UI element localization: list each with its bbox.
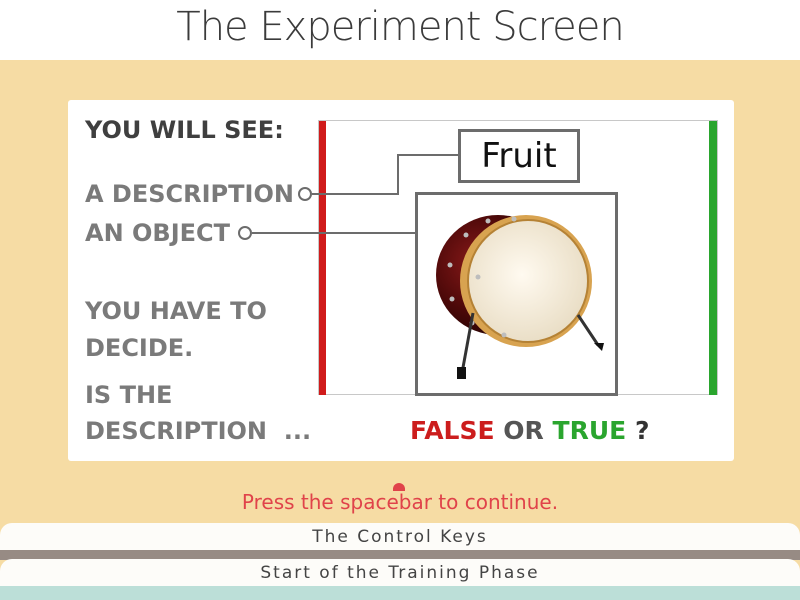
description-dots-label: DESCRIPTION ... <box>85 417 312 445</box>
is-the-label: IS THE <box>85 381 173 409</box>
object-image-box <box>415 192 618 396</box>
decide-label: DECIDE. <box>85 334 194 362</box>
continue-message[interactable]: Press the spacebar to continue. <box>0 490 800 514</box>
false-label: FALSE <box>410 416 495 445</box>
page-title: The Experiment Screen <box>176 4 624 50</box>
a-description-label: A DESCRIPTION <box>85 180 294 208</box>
tab-training-phase[interactable]: Start of the Training Phase <box>0 559 800 589</box>
bass-drum-icon <box>436 215 604 379</box>
you-have-to-label: YOU HAVE TO <box>85 297 267 325</box>
tab-training-phase-label: Start of the Training Phase <box>260 563 540 583</box>
an-object-label: AN OBJECT <box>85 219 231 247</box>
true-label: TRUE <box>552 416 627 445</box>
tab-control-keys[interactable]: The Control Keys <box>0 523 800 553</box>
you-will-see-label: YOU WILL SEE: <box>85 116 284 144</box>
false-side-bar <box>319 121 326 395</box>
or-label: OR <box>503 416 544 445</box>
description-word-box: Fruit <box>458 129 580 183</box>
bottom-strip <box>0 586 800 600</box>
tab-control-keys-label: The Control Keys <box>312 527 488 547</box>
question-mark: ? <box>634 416 650 445</box>
true-side-bar <box>709 121 717 395</box>
answer-prompt: FALSE OR TRUE ? <box>410 416 649 445</box>
